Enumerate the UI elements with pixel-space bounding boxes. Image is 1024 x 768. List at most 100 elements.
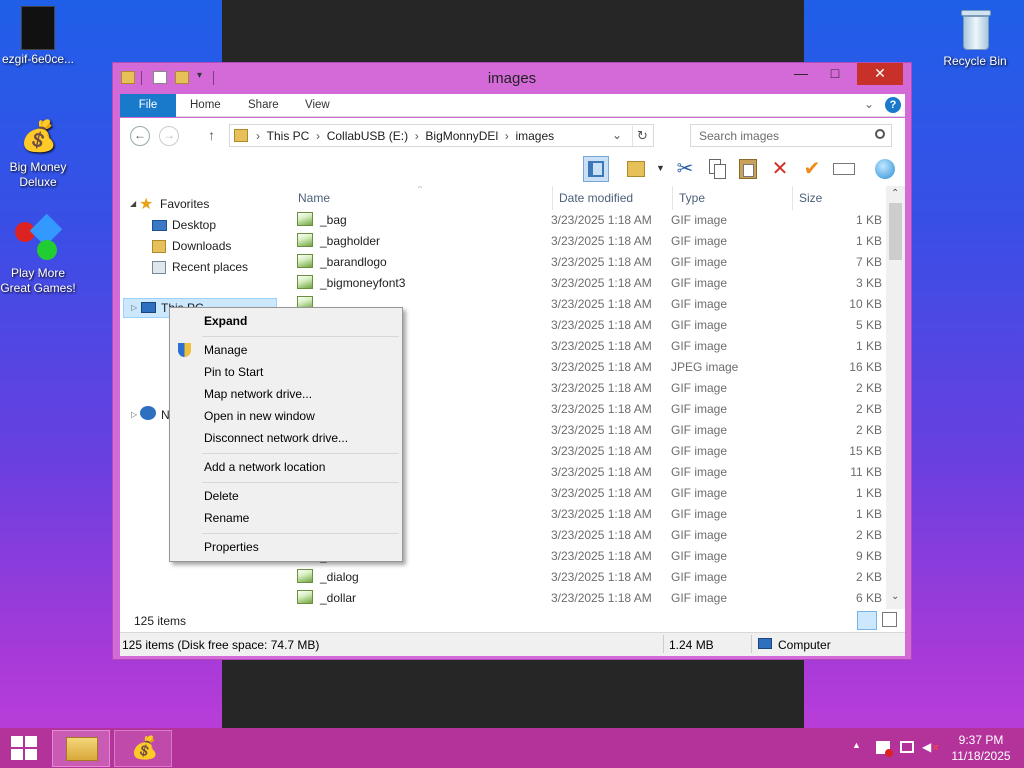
- menu-item-delete[interactable]: Delete: [204, 489, 239, 503]
- file-size: 1 KB: [855, 213, 882, 227]
- file-type: GIF image: [671, 486, 728, 500]
- file-type: GIF image: [671, 318, 728, 332]
- desktop-icon-recycle-bin[interactable]: Recycle Bin: [933, 6, 1017, 69]
- maximize-button[interactable]: □: [817, 63, 853, 85]
- file-row[interactable]: _bigmoneyfont3 3/23/2025 1:18 AM GIF image…: [290, 272, 890, 293]
- paste-icon[interactable]: [735, 156, 761, 182]
- this-pc-expand-icon[interactable]: ▷: [131, 303, 137, 312]
- address-bar[interactable]: › This PC › CollabUSB (E:) › BigMonnyDEl…: [229, 124, 654, 147]
- back-button[interactable]: ←: [130, 126, 150, 146]
- delete-icon[interactable]: ✕: [767, 156, 793, 182]
- game-shortcut-icon: [15, 213, 63, 264]
- details-view-icon[interactable]: [857, 611, 877, 630]
- breadcrumb-bigmonnydel[interactable]: BigMonnyDEl: [425, 129, 498, 143]
- copy-icon[interactable]: [704, 156, 730, 182]
- network-tray-icon[interactable]: [900, 741, 914, 753]
- desktop-icon-label: Big Money Deluxe: [9, 160, 67, 189]
- file-type: GIF image: [671, 423, 728, 437]
- scroll-down-icon[interactable]: ⌄: [891, 591, 899, 602]
- file-size: 2 KB: [855, 528, 882, 542]
- tab-view[interactable]: View: [291, 94, 344, 117]
- forward-button[interactable]: →: [159, 126, 179, 146]
- taskbar-big-money[interactable]: 💰: [114, 730, 172, 767]
- file-row[interactable]: _barandlogo 3/23/2025 1:18 AM GIF image 7 K…: [290, 251, 890, 272]
- network-icon: [140, 406, 156, 420]
- nav-recent-places[interactable]: Recent places: [172, 260, 248, 274]
- breadcrumb-this-pc[interactable]: This PC: [267, 129, 310, 143]
- search-input[interactable]: Search images: [690, 124, 892, 147]
- file-date: 3/23/2025 1:18 AM: [551, 276, 652, 290]
- breadcrumb-images[interactable]: images: [515, 129, 554, 143]
- scroll-up-icon[interactable]: ⌃: [891, 188, 899, 199]
- start-button[interactable]: [0, 728, 48, 768]
- up-button[interactable]: ↑: [208, 127, 215, 143]
- folder-options-dropdown-icon[interactable]: ▼: [656, 163, 665, 173]
- volume-muted-icon[interactable]: ◀✕: [922, 740, 940, 754]
- folder-options-icon[interactable]: [624, 156, 650, 182]
- network-icon[interactable]: [872, 156, 898, 182]
- desktop-icon-big-money[interactable]: 💰 Big Money Deluxe: [0, 116, 80, 190]
- taskbar-file-explorer[interactable]: [52, 730, 110, 767]
- tab-file[interactable]: File: [120, 94, 176, 117]
- close-button[interactable]: ✕: [857, 63, 903, 85]
- menu-item-manage[interactable]: Manage: [204, 343, 247, 357]
- refresh-icon[interactable]: ↻: [632, 126, 652, 146]
- title-bar[interactable]: ▾ images — □ ✕: [113, 63, 911, 93]
- file-size: 2 KB: [855, 402, 882, 416]
- desktop-icon-play-more[interactable]: Play More Great Games!: [0, 213, 80, 296]
- status-size: 1.24 MB: [669, 638, 714, 652]
- file-type: GIF image: [671, 276, 728, 290]
- favorites-expand-icon[interactable]: ◢: [130, 199, 136, 208]
- menu-item-rename[interactable]: Rename: [204, 511, 249, 525]
- menu-item-open-new-window[interactable]: Open in new window: [204, 409, 315, 423]
- menu-item-add-network-location[interactable]: Add a network location: [204, 460, 325, 474]
- checkmark-icon[interactable]: ✔: [799, 156, 825, 182]
- menu-item-pin-to-start[interactable]: Pin to Start: [204, 365, 263, 379]
- file-row[interactable]: _dollar 3/23/2025 1:18 AM GIF image 6 KB: [290, 587, 890, 608]
- vertical-scrollbar[interactable]: ⌃ ⌄: [886, 186, 905, 609]
- file-name: _dialog: [320, 570, 359, 584]
- taskbar: 💰 ▲ ◀✕ 9:37 PM 11/18/2025: [0, 728, 1024, 768]
- file-row[interactable]: _bag 3/23/2025 1:18 AM GIF image 1 KB: [290, 209, 890, 230]
- help-icon[interactable]: ?: [885, 97, 901, 113]
- nav-downloads[interactable]: Downloads: [172, 239, 231, 253]
- image-file-icon: [297, 275, 313, 289]
- address-row: ← → ↑ › This PC › CollabUSB (E:) › BigMo…: [120, 118, 905, 152]
- column-header-type[interactable]: Type: [679, 191, 705, 205]
- file-row[interactable]: _dialog 3/23/2025 1:18 AM GIF image 2 KB: [290, 566, 890, 587]
- large-icons-view-icon[interactable]: [882, 612, 897, 627]
- menu-item-expand[interactable]: Expand: [204, 314, 247, 328]
- ribbon-expand-icon[interactable]: ⌄: [864, 97, 874, 111]
- rename-icon[interactable]: [831, 156, 857, 182]
- menu-item-disconnect-network-drive[interactable]: Disconnect network drive...: [204, 431, 348, 445]
- file-date: 3/23/2025 1:18 AM: [551, 297, 652, 311]
- desktop-icon-label: Play More Great Games!: [0, 266, 76, 295]
- tab-home[interactable]: Home: [176, 94, 235, 117]
- cut-icon[interactable]: ✂: [672, 156, 698, 182]
- menu-item-map-network-drive[interactable]: Map network drive...: [204, 387, 312, 401]
- network-expand-icon[interactable]: ▷: [131, 410, 137, 419]
- address-dropdown-icon[interactable]: ⌄: [612, 128, 622, 142]
- column-header-date[interactable]: Date modified: [559, 191, 633, 205]
- clock-date[interactable]: 11/18/2025: [946, 749, 1016, 763]
- pane-icon[interactable]: [583, 156, 609, 182]
- column-header-name[interactable]: Name: [298, 191, 330, 205]
- clock-time[interactable]: 9:37 PM: [956, 733, 1006, 747]
- minimize-button[interactable]: —: [785, 63, 817, 85]
- menu-item-properties[interactable]: Properties: [204, 540, 259, 554]
- scroll-thumb[interactable]: [889, 203, 902, 260]
- sort-arrow-icon: ^: [418, 186, 422, 193]
- menu-separator: [202, 453, 399, 454]
- items-count: 125 items: [134, 614, 187, 628]
- column-header-size[interactable]: Size: [799, 191, 822, 205]
- action-center-flag-icon[interactable]: [876, 741, 893, 757]
- breadcrumb-collabusb[interactable]: CollabUSB (E:): [327, 129, 408, 143]
- nav-favorites[interactable]: Favorites: [160, 197, 209, 211]
- file-row[interactable]: _bagholder 3/23/2025 1:18 AM GIF image 1 KB: [290, 230, 890, 251]
- desktop-icon-ezgif[interactable]: ezgif-6e0ce...: [0, 6, 80, 67]
- show-hidden-icons-icon[interactable]: ▲: [852, 740, 861, 750]
- windows-logo-icon: [11, 736, 37, 760]
- tab-share[interactable]: Share: [234, 94, 293, 117]
- status-divider: [751, 635, 752, 653]
- nav-desktop[interactable]: Desktop: [172, 218, 216, 232]
